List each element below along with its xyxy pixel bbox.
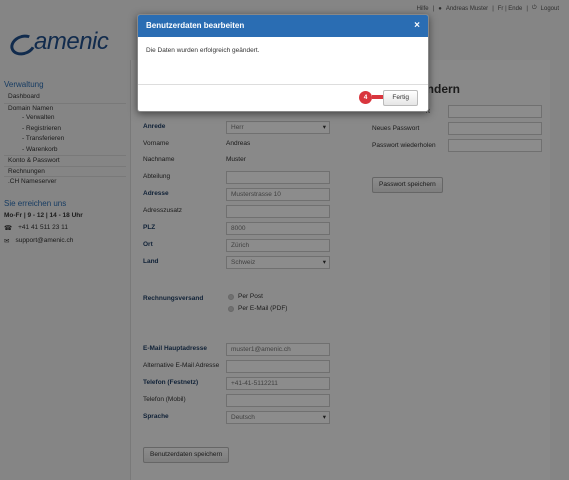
dialog-footer: 4 Fertig [138,85,428,111]
dialog-title: Benutzerdaten bearbeiten [146,21,245,30]
step-badge: 4 [359,91,372,104]
success-dialog: Benutzerdaten bearbeiten × Die Daten wur… [137,14,429,112]
dialog-message: Die Daten wurden erfolgreich geändert. [146,47,260,54]
done-button[interactable]: Fertig [383,90,418,106]
dialog-header: Benutzerdaten bearbeiten × [138,15,428,37]
dialog-body: Die Daten wurden erfolgreich geändert. [138,37,428,85]
close-icon[interactable]: × [414,15,420,37]
